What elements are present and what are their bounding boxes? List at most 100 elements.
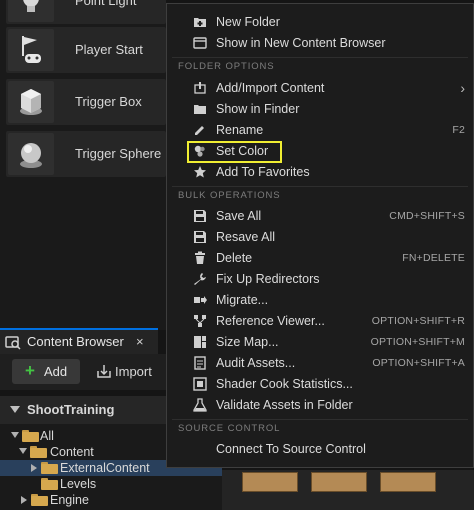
migrate-icon — [193, 293, 207, 307]
folder-icon — [41, 478, 58, 490]
asset-tile[interactable] — [311, 472, 367, 492]
menu-item-audit-assets[interactable]: Audit Assets... OPTION+SHIFT+A — [167, 353, 473, 374]
section-header-folder-options: FOLDER OPTIONS — [178, 61, 275, 72]
wrench-icon — [193, 272, 207, 286]
menu-item-connect-to-source-control[interactable]: Connect To Source Control — [167, 439, 473, 460]
actor-item-player-start[interactable]: Player Start — [6, 27, 166, 73]
folder-icon — [30, 446, 47, 458]
save-icon — [193, 230, 207, 244]
shortcut-label: F2 — [452, 124, 465, 136]
shortcut-label: OPTION+SHIFT+R — [371, 315, 465, 327]
content-browser-tab[interactable]: Content Browser × — [0, 328, 158, 354]
actor-label: Player Start — [75, 42, 143, 57]
menu-item-validate-assets-in-folder[interactable]: Validate Assets in Folder — [167, 395, 473, 416]
menu-item-label: Save All — [216, 209, 262, 223]
chevron-down-icon — [19, 448, 27, 454]
content-browser-icon — [5, 334, 21, 350]
actor-label: Trigger Sphere — [75, 146, 162, 161]
content-browser-toolbar: + Add Import — [0, 354, 166, 390]
chevron-right-icon — [31, 464, 37, 472]
menu-item-label: Validate Assets in Folder — [216, 398, 353, 412]
menu-item-label: Rename — [216, 123, 264, 137]
menu-item-label: Audit Assets... — [216, 356, 296, 370]
chevron-down-icon — [10, 406, 20, 413]
menu-item-shader-cook-statistics[interactable]: Shader Cook Statistics... — [167, 374, 473, 395]
menu-item-rename[interactable]: Rename F2 — [167, 120, 473, 141]
menu-item-reference-viewer[interactable]: Reference Viewer... OPTION+SHIFT+R — [167, 311, 473, 332]
shader-stats-icon — [193, 377, 207, 391]
trigger-box-icon — [8, 81, 54, 123]
import-icon — [96, 363, 112, 379]
menu-item-size-map[interactable]: Size Map... OPTION+SHIFT+M — [167, 332, 473, 353]
set-color-highlight — [187, 141, 282, 163]
trash-icon — [193, 251, 207, 265]
project-name: ShootTraining — [27, 402, 115, 417]
tree-item-label: ExternalContent — [60, 461, 150, 475]
import-button-label: Import — [115, 364, 152, 379]
actor-label: Trigger Box — [75, 94, 142, 109]
folder-icon — [41, 462, 58, 474]
menu-item-label: Shader Cook Statistics... — [216, 377, 353, 391]
add-button-label: Add — [44, 364, 68, 379]
chevron-right-icon — [21, 496, 27, 504]
star-icon — [193, 165, 207, 179]
menu-item-label: Show in New Content Browser — [216, 36, 386, 50]
asset-tile[interactable] — [380, 472, 436, 492]
menu-item-migrate[interactable]: Migrate... — [167, 290, 473, 311]
menu-item-save-all[interactable]: Save All CMD+SHIFT+S — [167, 206, 473, 227]
folder-icon — [193, 102, 207, 116]
tree-item-label: Content — [50, 445, 94, 459]
flask-icon — [193, 398, 207, 412]
tab-title: Content Browser — [27, 334, 124, 349]
menu-separator — [172, 186, 468, 187]
menu-item-fix-up-redirectors[interactable]: Fix Up Redirectors — [167, 269, 473, 290]
rename-icon — [193, 123, 207, 137]
asset-tile[interactable] — [242, 472, 298, 492]
player-start-icon — [8, 29, 54, 71]
menu-item-label: Size Map... — [216, 335, 279, 349]
tree-item-engine[interactable]: Engine — [0, 492, 222, 508]
actor-item-point-light[interactable]: Point Light — [6, 0, 166, 24]
reference-viewer-icon — [193, 314, 207, 328]
menu-item-add-to-favorites[interactable]: Add To Favorites — [167, 162, 473, 183]
add-import-icon — [193, 81, 207, 95]
place-actors-panel: Point Light Player Start Trigger Box Tri… — [0, 0, 166, 330]
content-browser-icon — [193, 36, 207, 50]
menu-item-resave-all[interactable]: Resave All — [167, 227, 473, 248]
menu-item-label: Connect To Source Control — [216, 442, 366, 456]
shortcut-label: FN+DELETE — [402, 252, 465, 264]
menu-item-show-in-new-content-browser[interactable]: Show in New Content Browser — [167, 33, 473, 54]
folder-icon — [22, 430, 39, 442]
menu-separator — [172, 419, 468, 420]
tree-item-label: Levels — [60, 477, 97, 491]
audit-icon — [193, 356, 207, 370]
menu-item-label: Add/Import Content — [216, 81, 325, 95]
actor-item-trigger-box[interactable]: Trigger Box — [6, 79, 166, 125]
menu-item-add-import-content[interactable]: Add/Import Content › — [167, 78, 473, 99]
menu-item-label: Migrate... — [216, 293, 269, 307]
close-icon[interactable]: × — [136, 330, 144, 354]
menu-item-label: Resave All — [216, 230, 276, 244]
add-button[interactable]: + Add — [12, 359, 80, 384]
menu-separator — [172, 57, 468, 58]
menu-item-label: New Folder — [216, 15, 280, 29]
lightbulb-icon — [8, 0, 54, 22]
actor-item-trigger-sphere[interactable]: Trigger Sphere — [6, 131, 166, 177]
tree-item-levels[interactable]: Levels — [0, 476, 222, 492]
menu-item-label: Delete — [216, 251, 253, 265]
shortcut-label: CMD+SHIFT+S — [389, 210, 465, 222]
import-button[interactable]: Import — [94, 359, 166, 384]
section-header-source-control: SOURCE CONTROL — [178, 423, 281, 434]
new-folder-icon — [193, 15, 207, 29]
menu-item-show-in-finder[interactable]: Show in Finder — [167, 99, 473, 120]
menu-item-delete[interactable]: Delete FN+DELETE — [167, 248, 473, 269]
actor-label: Point Light — [75, 0, 137, 8]
menu-item-new-folder[interactable]: New Folder — [167, 12, 473, 33]
tree-item-label: Engine — [50, 493, 89, 507]
folder-context-menu: New Folder Show in New Content Browser F… — [166, 3, 474, 468]
tree-item-label: All — [40, 429, 54, 443]
menu-item-label: Add To Favorites — [216, 165, 310, 179]
plus-icon: + — [25, 361, 35, 380]
shortcut-label: OPTION+SHIFT+A — [372, 357, 465, 369]
chevron-down-icon — [11, 432, 19, 438]
